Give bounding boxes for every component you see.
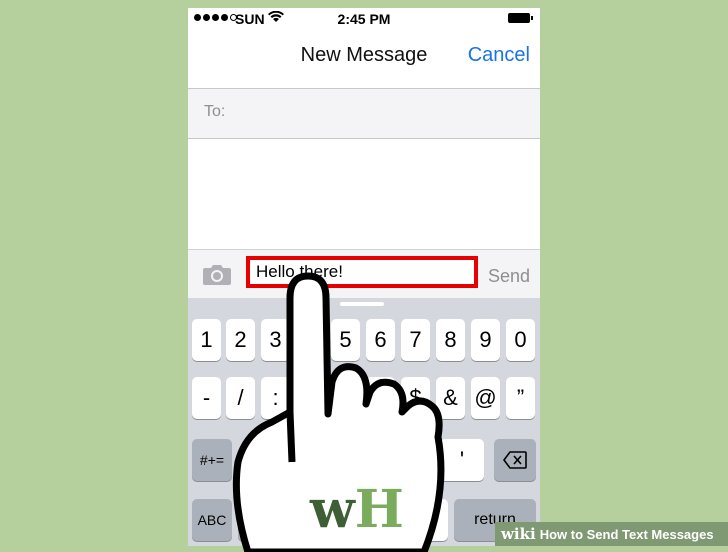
message-input[interactable]: Hello there! <box>246 256 478 288</box>
microphone-icon <box>286 509 300 530</box>
backspace-icon <box>503 451 527 469</box>
key-8[interactable]: 8 <box>436 319 465 361</box>
key-open-paren[interactable]: ( <box>331 377 360 419</box>
key-9[interactable]: 9 <box>471 319 500 361</box>
footer-title: How to Send Text Messages <box>539 527 714 542</box>
key-more-symbols[interactable]: #+= <box>192 439 232 481</box>
footer-wiki: wiki <box>501 525 536 543</box>
key-3[interactable]: 3 <box>261 319 290 361</box>
logo-letter-h: H <box>354 479 404 540</box>
key-comma[interactable]: , <box>295 439 339 481</box>
key-quote[interactable]: ” <box>506 377 535 419</box>
recipient-field[interactable]: To: <box>188 89 540 139</box>
key-colon[interactable]: : <box>261 377 290 419</box>
cancel-button[interactable]: Cancel <box>468 44 530 67</box>
key-slash[interactable]: / <box>226 377 255 419</box>
key-exclamation[interactable]: ! <box>391 439 435 481</box>
battery-icon <box>508 13 533 23</box>
key-ampersand[interactable]: & <box>436 377 465 419</box>
key-5[interactable]: 5 <box>331 319 360 361</box>
dictation-key[interactable] <box>276 499 310 541</box>
compose-bar: Hello there! Send <box>188 249 540 298</box>
key-at[interactable]: @ <box>471 377 500 419</box>
phone-screen: SUN 2:45 PM New Message Cancel To: Hello… <box>188 8 540 546</box>
backspace-key[interactable] <box>494 439 536 481</box>
camera-icon[interactable] <box>202 262 232 286</box>
key-1[interactable]: 1 <box>192 319 221 361</box>
key-dollar[interactable]: $ <box>401 377 430 419</box>
key-question[interactable]: ? <box>342 439 386 481</box>
key-4[interactable]: 4 <box>296 319 325 361</box>
footer-caption: wiki How to Send Text Messages <box>495 522 728 546</box>
logo-letter-w: w <box>310 479 355 540</box>
emoji-key[interactable] <box>238 499 272 541</box>
recipient-label: To: <box>204 103 226 120</box>
key-0[interactable]: 0 <box>506 319 535 361</box>
status-time: 2:45 PM <box>337 11 391 27</box>
key-7[interactable]: 7 <box>401 319 430 361</box>
emoji-icon <box>245 510 265 530</box>
wikihow-logo: wH <box>310 480 404 540</box>
key-semicolon[interactable]: ; <box>296 377 325 419</box>
key-abc[interactable]: ABC <box>192 499 232 541</box>
key-close-paren[interactable]: ) <box>366 377 395 419</box>
status-bar: SUN 2:45 PM <box>188 8 540 30</box>
send-button[interactable]: Send <box>488 266 530 287</box>
keyboard-handle <box>340 302 384 306</box>
key-6[interactable]: 6 <box>366 319 395 361</box>
key-hyphen[interactable]: - <box>192 377 221 419</box>
key-apostrophe[interactable]: ' <box>440 439 484 481</box>
key-2[interactable]: 2 <box>226 319 255 361</box>
message-thread-area <box>188 139 540 249</box>
navigation-bar: New Message Cancel <box>188 30 540 89</box>
